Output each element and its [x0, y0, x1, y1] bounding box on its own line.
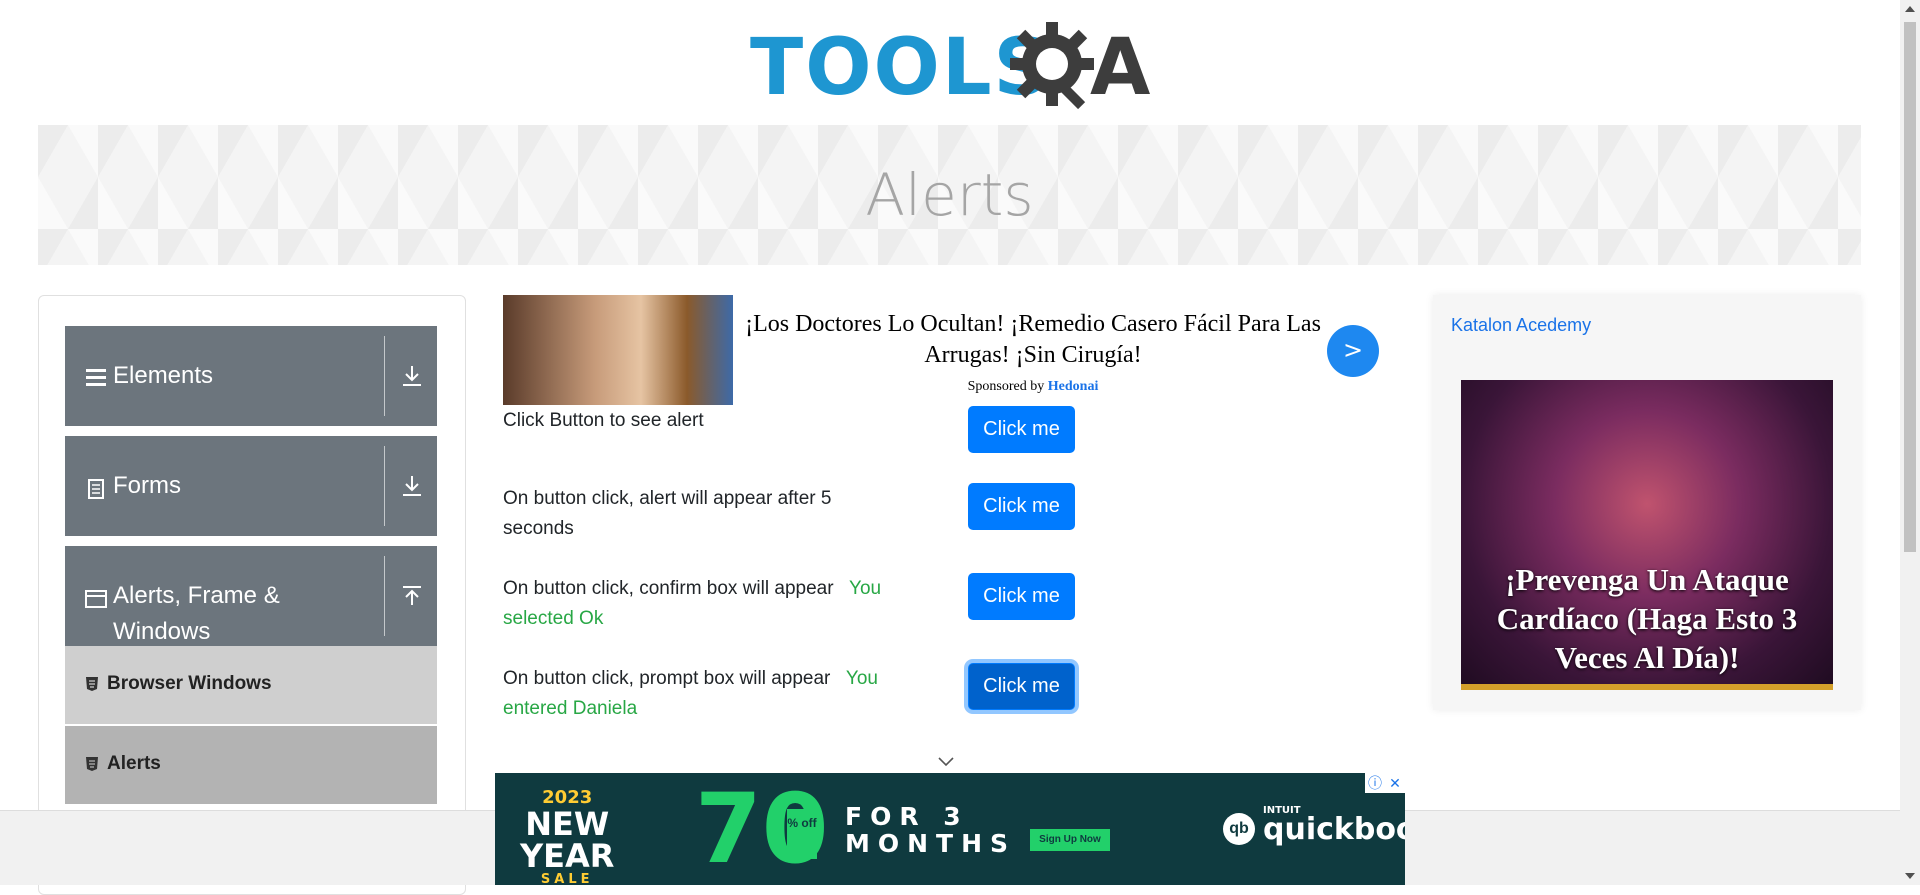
timer-alert-label: On button click, alert will appear after…	[503, 488, 832, 539]
ad-next-button[interactable]: >	[1327, 325, 1379, 377]
ad-sponsor-prefix: Sponsored by	[967, 379, 1045, 394]
confirm-button[interactable]: Click me	[968, 573, 1075, 620]
logo-tools-text: TOOLS	[750, 23, 1052, 113]
adchoices-icon[interactable]: ⓘ	[1365, 773, 1385, 793]
scroll-down-icon[interactable]	[1905, 873, 1915, 879]
divider	[384, 336, 385, 416]
gear-q-icon	[1010, 22, 1094, 110]
ad-accent-bar	[1461, 684, 1833, 690]
vertical-scrollbar[interactable]	[1900, 0, 1920, 885]
quickbooks-icon: qb	[1223, 813, 1255, 845]
ad-new: NEW	[525, 805, 610, 843]
sidebar: Elements Forms Alerts, Frame & Windows B…	[38, 295, 466, 895]
divider	[384, 556, 385, 636]
sidebar-group-forms[interactable]: Forms	[65, 436, 437, 536]
ad-for: FOR 3	[845, 802, 969, 831]
sidebar-group-label-line2: Windows	[113, 618, 211, 645]
ad-sponsor-link[interactable]: Hedonai	[1048, 379, 1099, 394]
page-title: Alerts	[865, 161, 1034, 229]
alert-label: Click Button to see alert	[503, 410, 704, 431]
ad-off: % off	[787, 809, 817, 859]
alert-row-label: On button click, confirm box will appear…	[503, 574, 933, 634]
sidebar-group-elements[interactable]: Elements	[65, 326, 437, 426]
scroll-up-icon[interactable]	[1905, 6, 1915, 12]
sidebar-group-label-line1: Alerts, Frame &	[113, 582, 280, 609]
ad-choices[interactable]: ⓘ ✕	[1365, 773, 1405, 793]
page-banner: Alerts	[38, 125, 1861, 265]
download-icon	[403, 476, 421, 496]
ad-signup-button[interactable]: Sign Up Now	[1030, 829, 1110, 851]
html5-icon	[86, 677, 98, 691]
prompt-button[interactable]: Click me	[968, 663, 1075, 710]
hamburger-icon	[86, 369, 106, 386]
ad-headline[interactable]: ¡Los Doctores Lo Ocultan! ¡Remedio Caser…	[743, 309, 1323, 371]
sidebar-item-browser-windows[interactable]: Browser Windows	[65, 646, 437, 724]
close-icon[interactable]: ✕	[1385, 773, 1405, 793]
sidebar-group-label: Elements	[113, 362, 214, 389]
prompt-label: On button click, prompt box will appear	[503, 668, 831, 689]
ad-image[interactable]	[503, 295, 733, 405]
katalon-academy-link[interactable]: Katalon Acedemy	[1451, 315, 1591, 336]
new-year-sale-badge: 2023 NEW YEAR SALE	[520, 787, 614, 885]
sidebar-item-label: Alerts	[107, 753, 161, 774]
alert-row-label: On button click, alert will appear after…	[503, 484, 903, 544]
alert-row-label: Click Button to see alert	[503, 406, 933, 436]
window-icon	[85, 590, 107, 608]
download-icon	[403, 366, 421, 386]
ad-months-word: MONTHS	[845, 829, 1017, 858]
quickbooks-brand: INTUIT quickbooks	[1263, 805, 1405, 847]
html5-icon	[86, 757, 98, 771]
ad-year-word: YEAR	[520, 837, 615, 875]
sidebar-item-alerts[interactable]: Alerts	[65, 726, 437, 804]
scrollbar-thumb[interactable]	[1904, 22, 1916, 552]
sidebar-item-label: Browser Windows	[107, 673, 272, 694]
ad-bottom[interactable]: 2023 NEW YEAR SALE 70 % off FOR 3 MONTHS…	[495, 773, 1405, 885]
heart-ad-headline: ¡Prevenga Un Ataque Cardíaco (Haga Esto …	[1496, 562, 1798, 675]
alert-row-label: On button click, prompt box will appear …	[503, 664, 933, 724]
sidebar-group-label: Forms	[113, 472, 181, 499]
ad-right[interactable]: Katalon Acedemy ¡Prevenga Un Ataque Card…	[1433, 295, 1861, 710]
upload-icon	[403, 586, 421, 605]
logo-a-text: A	[1090, 23, 1153, 113]
alert-button[interactable]: Click me	[968, 406, 1075, 453]
chevron-down-icon[interactable]	[937, 756, 955, 768]
ad-sponsor-line: Sponsored by Hedonai	[743, 379, 1323, 395]
toolsqa-logo[interactable]: TOOLS A	[750, 18, 1155, 114]
ad-top[interactable]: ¡Los Doctores Lo Ocultan! ¡Remedio Caser…	[503, 295, 1379, 405]
heart-ad-image[interactable]: ¡Prevenga Un Ataque Cardíaco (Haga Esto …	[1461, 380, 1833, 690]
confirm-label: On button click, confirm box will appear	[503, 578, 834, 599]
document-icon	[88, 479, 104, 499]
quickbooks-label: quickbooks	[1263, 812, 1405, 847]
sidebar-group-alerts-frame-windows[interactable]: Alerts, Frame & Windows	[65, 546, 437, 646]
divider	[384, 446, 385, 526]
ad-months: FOR 3 MONTHS	[845, 803, 1016, 857]
timer-alert-button[interactable]: Click me	[968, 483, 1075, 530]
